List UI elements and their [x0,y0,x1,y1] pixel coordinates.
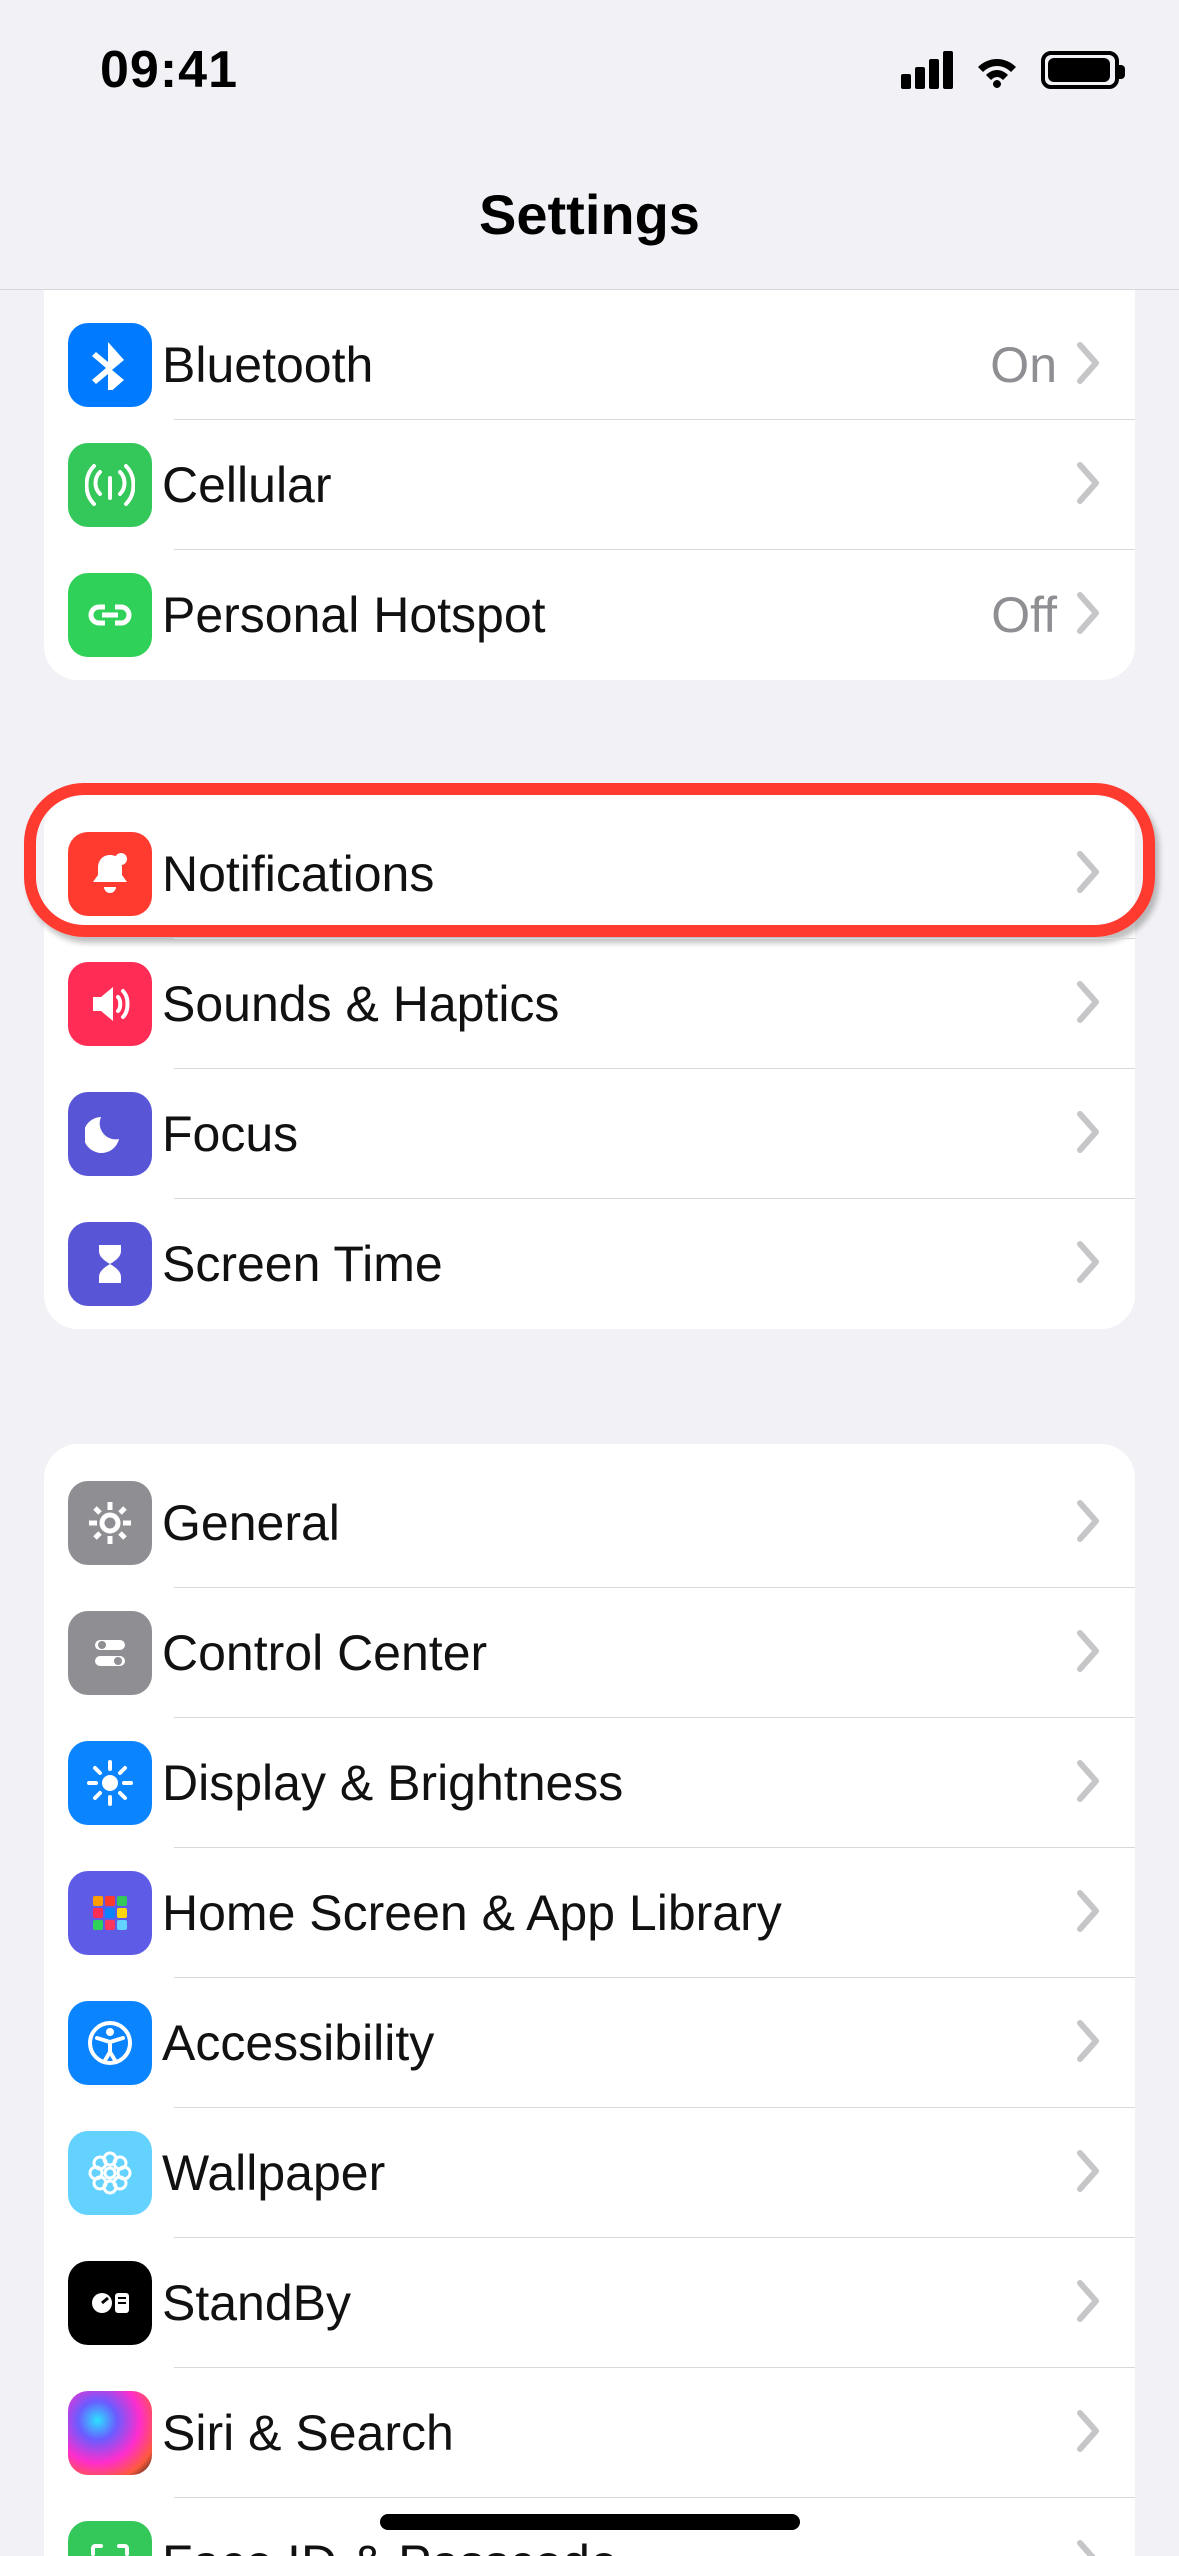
row-standby[interactable]: StandBy [44,2238,1135,2368]
settings-group-general: General Control Center Display & Brightn… [44,1444,1135,2556]
chevron-right-icon [1075,1111,1101,1158]
bluetooth-icon [68,323,152,407]
chevron-right-icon [1075,2540,1101,2556]
speaker-icon [68,962,152,1046]
row-display[interactable]: Display & Brightness [44,1718,1135,1848]
row-home-screen[interactable]: Home Screen & App Library [44,1848,1135,1978]
row-siri[interactable]: Siri & Search [44,2368,1135,2498]
battery-icon [1041,51,1119,89]
chevron-right-icon [1075,2020,1101,2067]
row-label: Screen Time [162,1235,1075,1293]
chevron-right-icon [1075,981,1101,1028]
row-focus[interactable]: Focus [44,1069,1135,1199]
row-wallpaper[interactable]: Wallpaper [44,2108,1135,2238]
row-label: StandBy [162,2274,1075,2332]
chevron-right-icon [1075,1890,1101,1937]
row-label: Accessibility [162,2014,1075,2072]
page-title: Settings [479,182,700,247]
wifi-icon [973,52,1021,88]
standby-icon [68,2261,152,2345]
row-notifications[interactable]: Notifications [44,809,1135,939]
row-label: Sounds & Haptics [162,975,1075,1033]
accessibility-icon [68,2001,152,2085]
row-label: Focus [162,1105,1075,1163]
settings-group-connectivity: Bluetooth On Cellular Personal Hotspot O… [44,290,1135,680]
home-indicator[interactable] [380,2514,800,2530]
hourglass-icon [68,1222,152,1306]
row-label: Wallpaper [162,2144,1075,2202]
sun-icon [68,1741,152,1825]
status-bar: 09:41 [0,0,1179,140]
row-label: Bluetooth [162,336,990,394]
row-value: On [990,336,1057,394]
moon-icon [68,1092,152,1176]
row-label: Personal Hotspot [162,586,991,644]
row-personal-hotspot[interactable]: Personal Hotspot Off [44,550,1135,680]
faceid-icon [68,2521,152,2556]
row-control-center[interactable]: Control Center [44,1588,1135,1718]
row-label: Face ID & Passcode [162,2534,1075,2556]
row-label: Siri & Search [162,2404,1075,2462]
switches-icon [68,1611,152,1695]
status-time: 09:41 [100,40,238,100]
status-icons [901,51,1119,89]
row-label: Cellular [162,456,1057,514]
gear-icon [68,1481,152,1565]
siri-icon [68,2391,152,2475]
row-label: Notifications [162,845,1075,903]
row-general[interactable]: General [44,1458,1135,1588]
row-label: Control Center [162,1624,1075,1682]
chevron-right-icon [1075,1630,1101,1677]
chevron-right-icon [1075,2280,1101,2327]
bell-icon [68,832,152,916]
row-accessibility[interactable]: Accessibility [44,1978,1135,2108]
row-screen-time[interactable]: Screen Time [44,1199,1135,1329]
row-sounds-haptics[interactable]: Sounds & Haptics [44,939,1135,1069]
chevron-right-icon [1075,2150,1101,2197]
row-bluetooth[interactable]: Bluetooth On [44,290,1135,420]
row-label: Home Screen & App Library [162,1884,1075,1942]
chevron-right-icon [1075,1500,1101,1547]
chevron-right-icon [1075,462,1101,509]
row-value: Off [991,586,1057,644]
row-label: Display & Brightness [162,1754,1075,1812]
chevron-right-icon [1075,1241,1101,1288]
row-label: General [162,1494,1075,1552]
nav-header: Settings [0,140,1179,290]
chevron-right-icon [1075,1760,1101,1807]
chevron-right-icon [1075,2410,1101,2457]
row-cellular[interactable]: Cellular [44,420,1135,550]
apps-icon [68,1871,152,1955]
chevron-right-icon [1075,342,1101,389]
link-icon [68,573,152,657]
chevron-right-icon [1075,592,1101,639]
settings-group-attention: Notifications Sounds & Haptics Focus Scr… [44,795,1135,1329]
antenna-icon [68,443,152,527]
flower-icon [68,2131,152,2215]
cellular-signal-icon [901,51,953,89]
chevron-right-icon [1075,851,1101,898]
